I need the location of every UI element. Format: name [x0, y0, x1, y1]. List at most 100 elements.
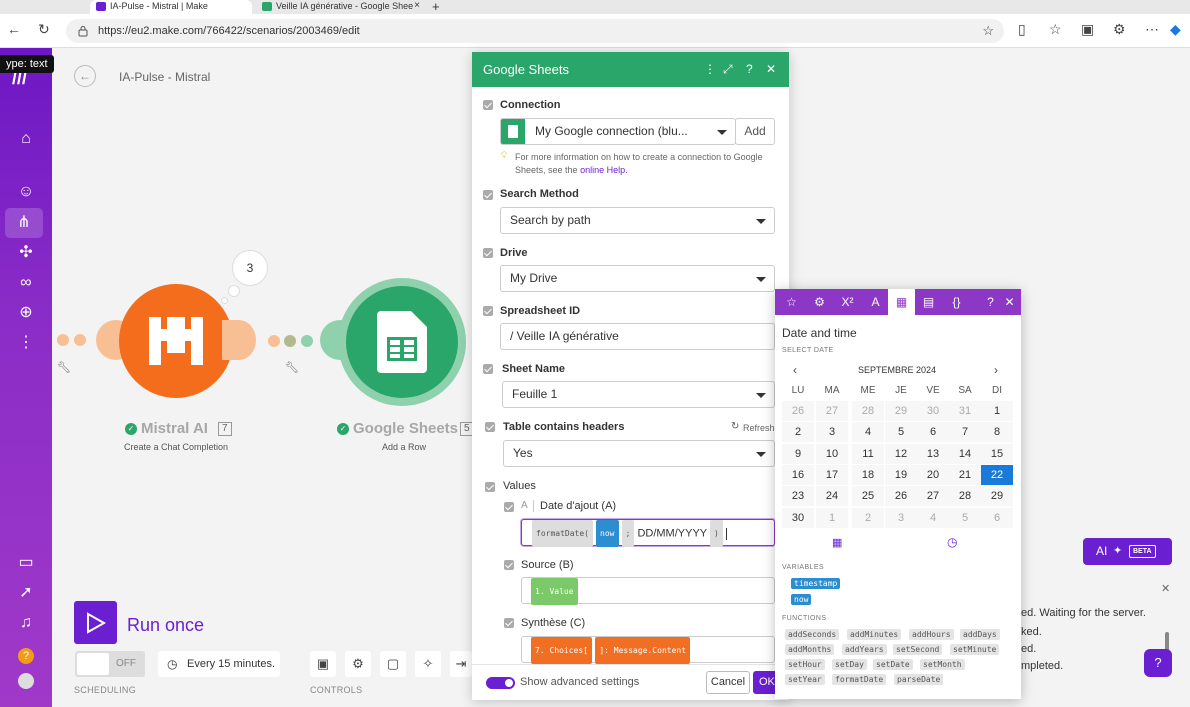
kebab-menu-icon[interactable]: ⋮ [704, 62, 716, 76]
checkbox[interactable] [483, 306, 493, 316]
calendar-mode-icon[interactable]: ▦ [832, 536, 842, 549]
calendar-day[interactable]: 26 [782, 401, 814, 421]
formula-close[interactable]: ) [710, 520, 723, 547]
schedule-setting[interactable]: ◷ Every 15 minutes. [158, 651, 280, 677]
calendar-day[interactable]: 28 [852, 401, 884, 421]
rocket-icon[interactable]: ➚ [13, 580, 39, 606]
calendar-day[interactable]: 12 [885, 443, 917, 464]
wrench-icon[interactable]: 🔧︎ [57, 361, 71, 374]
function-pill[interactable]: setMinute [950, 644, 1000, 655]
support-chat-button[interactable]: ? [1144, 649, 1172, 677]
webhooks-icon[interactable]: ⊕ [13, 300, 39, 326]
calendar-day[interactable]: 7 [949, 422, 981, 443]
date-column-input[interactable]: formatDate( now ; DD/MM/YYYY ) [521, 519, 775, 547]
run-once-label[interactable]: Run once [127, 615, 204, 636]
browser-tab-sheets[interactable]: Veille IA générative - Google Shee × [256, 0, 424, 14]
mapped-value[interactable]: 7. Choices[ [531, 637, 592, 664]
help-icon[interactable]: ? [746, 62, 753, 76]
calendar-day[interactable]: 5 [885, 422, 917, 443]
calendar-day[interactable]: 15 [981, 443, 1013, 464]
new-tab-icon[interactable]: + [432, 0, 440, 14]
clock-icon[interactable]: ◷ [947, 535, 957, 549]
calendar-day[interactable]: 27 [816, 401, 848, 421]
formula-variable[interactable]: now [596, 520, 619, 547]
add-connection-button[interactable]: Add [735, 118, 775, 145]
calendar-day[interactable]: 24 [816, 486, 848, 507]
calendar-day[interactable]: 4 [852, 422, 884, 443]
back-arrow-icon[interactable]: ← [7, 20, 21, 38]
browser-tab-make[interactable]: IA-Pulse - Mistral | Make [90, 0, 252, 14]
calendar-day[interactable]: 13 [917, 443, 949, 464]
formula-function[interactable]: formatDate( [532, 520, 593, 547]
refresh-icon[interactable]: ↻ [38, 20, 50, 38]
refresh-link[interactable]: Refresh [743, 423, 775, 433]
math-icon[interactable]: X² [834, 289, 861, 315]
variable-pill[interactable]: timestamp [791, 578, 841, 589]
checkbox[interactable] [485, 482, 495, 492]
drive-select[interactable]: My Drive [500, 265, 775, 292]
calendar-day[interactable]: 25 [852, 486, 884, 507]
connections-icon[interactable]: ∞ [13, 270, 39, 296]
gear-icon[interactable]: ⚙ [806, 289, 833, 315]
calendar-day[interactable]: 29 [981, 486, 1013, 507]
ai-assistant-button[interactable]: AI ✦ BETA [1083, 538, 1172, 565]
function-pill[interactable]: parseDate [894, 674, 944, 685]
flow-icon[interactable]: ⇥ [450, 651, 472, 677]
calendar-day[interactable]: 30 [782, 507, 814, 528]
favorites-icon[interactable]: ☆ [1049, 20, 1062, 38]
connection-select[interactable]: My Google connection (blu... [500, 118, 736, 145]
function-pill[interactable]: addHours [909, 629, 954, 640]
calendar-day[interactable]: 22 [981, 464, 1013, 485]
text-icon[interactable]: A [862, 289, 889, 315]
calendar-icon[interactable]: ▦ [888, 289, 915, 315]
calendar-day[interactable]: 16 [782, 464, 814, 485]
calendar-day[interactable]: 31 [949, 401, 981, 421]
synthesis-column-input[interactable]: 7. Choices[ ]: Message.Content [521, 636, 775, 664]
split-screen-icon[interactable]: ▯ [1018, 20, 1026, 38]
docs-icon[interactable]: ▭ [13, 550, 39, 576]
notes-icon[interactable]: ▢ [380, 651, 406, 677]
avatar[interactable] [13, 672, 39, 698]
checkbox[interactable] [485, 422, 495, 432]
formula-separator[interactable]: ; [621, 520, 635, 547]
search-method-select[interactable]: Search by path [500, 207, 775, 234]
url-field[interactable]: https://eu2.make.com/766422/scenarios/20… [66, 19, 1004, 43]
more-icon[interactable]: ⋮ [13, 330, 39, 356]
online-help-link[interactable]: online Help. [580, 165, 628, 175]
calendar-day[interactable]: 23 [782, 486, 814, 507]
headers-select[interactable]: Yes [503, 440, 775, 467]
calendar-day[interactable]: 3 [816, 422, 848, 443]
spreadsheet-field[interactable]: / Veille IA générative [500, 323, 775, 350]
function-pill[interactable]: setSecond [893, 644, 943, 655]
close-icon[interactable]: ✕ [1161, 582, 1170, 595]
function-pill[interactable]: addSeconds [785, 629, 840, 640]
function-pill[interactable]: setDate [873, 659, 913, 670]
mapped-value[interactable]: 1. Value [531, 578, 578, 605]
save-icon[interactable]: ▣ [310, 651, 336, 677]
run-once-button[interactable] [74, 601, 117, 644]
calendar-day[interactable]: 21 [949, 464, 981, 485]
table-icon[interactable]: ▤ [915, 289, 942, 315]
collections-icon[interactable]: ▣ [1081, 20, 1094, 38]
calendar-day[interactable]: 10 [816, 443, 848, 464]
source-column-input[interactable]: 1. Value [521, 577, 775, 605]
calendar-day[interactable]: 4 [917, 507, 949, 528]
back-button[interactable]: ← [74, 65, 96, 87]
calendar-day[interactable]: 19 [885, 464, 917, 485]
expand-icon[interactable]: ⤢ [723, 62, 733, 77]
calendar-day[interactable]: 27 [917, 486, 949, 507]
calendar-day[interactable]: 30 [917, 401, 949, 421]
checkbox[interactable] [504, 502, 514, 512]
sheet-name-select[interactable]: Feuille 1 [502, 381, 775, 408]
close-icon[interactable]: × [414, 0, 420, 12]
home-icon[interactable]: ⌂ [13, 126, 39, 152]
auto-align-icon[interactable]: ✧ [415, 651, 441, 677]
close-icon[interactable]: ✕ [996, 289, 1023, 315]
variable-pill[interactable]: now [791, 594, 812, 605]
function-pill[interactable]: setYear [785, 674, 825, 685]
calendar-day[interactable]: 14 [949, 443, 981, 464]
calendar-day[interactable]: 2 [852, 507, 884, 528]
bell-icon[interactable]: ♫ [13, 610, 39, 636]
star-icon[interactable]: ☆ [778, 289, 805, 315]
checkbox[interactable] [504, 560, 514, 570]
